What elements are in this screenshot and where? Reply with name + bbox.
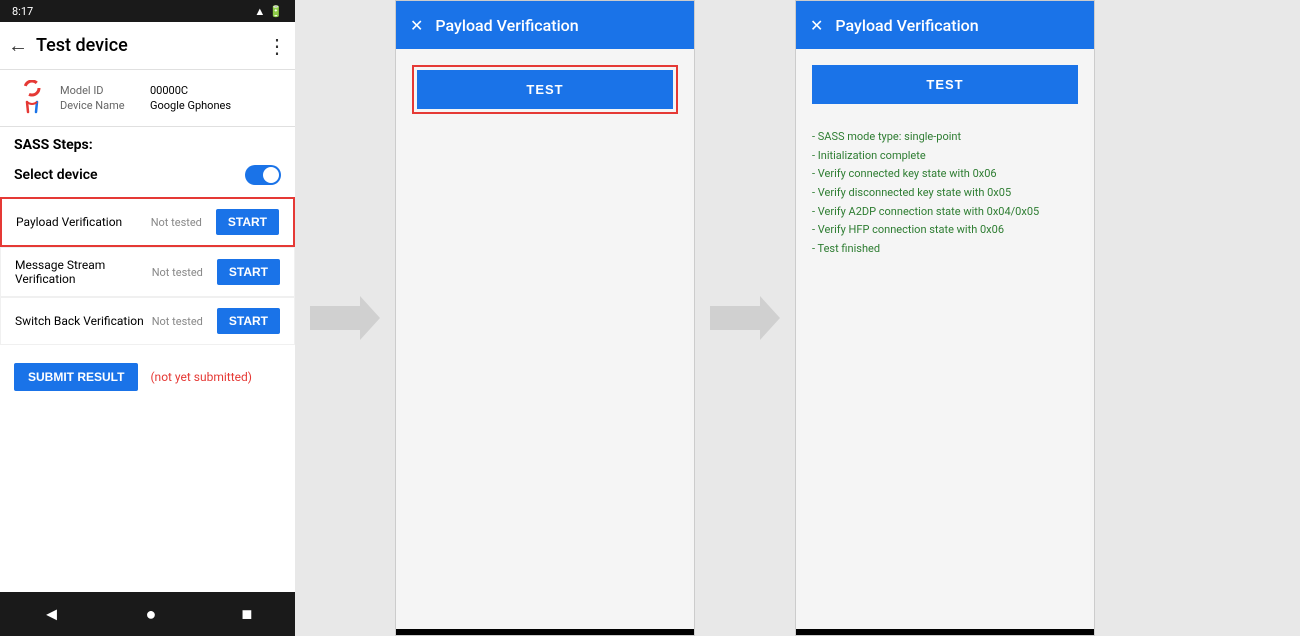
start-button-switchback[interactable]: START bbox=[217, 308, 280, 334]
submit-status: (not yet submitted) bbox=[150, 370, 252, 384]
step-row-message: Message StreamVerification Not tested ST… bbox=[0, 247, 295, 297]
toggle-knob bbox=[263, 167, 279, 183]
overflow-menu-button[interactable]: ⋮ bbox=[267, 34, 287, 58]
dialog-header-1: ✕ Payload Verification bbox=[396, 1, 694, 49]
arrow-1 bbox=[295, 0, 395, 636]
step-status-switchback: Not tested bbox=[152, 315, 203, 328]
step-name-switchback: Switch Back Verification bbox=[15, 314, 144, 328]
arrow-right-icon-2 bbox=[710, 296, 780, 340]
device-name-row: Device Name Google Gphones bbox=[60, 99, 231, 112]
dialog-screen-1: ✕ Payload Verification TEST bbox=[395, 0, 695, 636]
result-line: - Test finished bbox=[812, 240, 1078, 259]
battery-icon: 🔋 bbox=[269, 5, 283, 18]
dialog-title-2: Payload Verification bbox=[835, 16, 978, 35]
dialog-body-2: TEST - SASS mode type: single-point- Ini… bbox=[796, 49, 1094, 629]
result-line: - Verify A2DP connection state with 0x04… bbox=[812, 203, 1078, 222]
step-name-message: Message StreamVerification bbox=[15, 258, 144, 286]
result-line: - Verify disconnected key state with 0x0… bbox=[812, 184, 1078, 203]
page-title: Test device bbox=[36, 35, 267, 56]
dialog-bottom-bar-2 bbox=[796, 629, 1094, 635]
test-button-wrapper: TEST bbox=[412, 65, 678, 114]
select-device-label: Select device bbox=[14, 167, 98, 183]
phone-screen: 8:17 ▲ 🔋 ← Test device ⋮ M bbox=[0, 0, 295, 636]
step-status-message: Not tested bbox=[152, 266, 203, 279]
submit-result-button[interactable]: SUBMIT RESULT bbox=[14, 363, 138, 391]
back-button[interactable]: ← bbox=[8, 33, 28, 58]
step-row-payload: Payload Verification Not tested START bbox=[0, 197, 295, 247]
dialog-body-1: TEST bbox=[396, 49, 694, 629]
test-button-2[interactable]: TEST bbox=[812, 65, 1078, 104]
navigation-bar: ◄ ● ■ bbox=[0, 592, 295, 636]
result-line: - Verify connected key state with 0x06 bbox=[812, 165, 1078, 184]
select-device-row: Select device bbox=[14, 161, 281, 193]
model-id-value: 00000C bbox=[150, 84, 188, 97]
dialog-close-button-2[interactable]: ✕ bbox=[810, 16, 823, 35]
device-details: Model ID 00000C Device Name Google Gphon… bbox=[60, 84, 231, 112]
test-results: - SASS mode type: single-point- Initiali… bbox=[812, 128, 1078, 259]
model-id-label: Model ID bbox=[60, 84, 130, 97]
arrow-right-icon bbox=[310, 296, 380, 340]
sass-section: SASS Steps: Select device bbox=[0, 127, 295, 197]
result-line: - SASS mode type: single-point bbox=[812, 128, 1078, 147]
phone-content: ← Test device ⋮ Model ID 00000C Device N… bbox=[0, 22, 295, 592]
select-device-toggle[interactable] bbox=[245, 165, 281, 185]
status-bar: 8:17 ▲ 🔋 bbox=[0, 0, 295, 22]
status-bar-right: ▲ 🔋 bbox=[254, 5, 283, 18]
device-name-value: Google Gphones bbox=[150, 99, 231, 112]
wifi-icon: ▲ bbox=[254, 5, 265, 18]
dialog-close-button-1[interactable]: ✕ bbox=[410, 16, 423, 35]
step-row-switchback: Switch Back Verification Not tested STAR… bbox=[0, 297, 295, 345]
sass-title: SASS Steps: bbox=[14, 137, 281, 153]
recent-nav-button[interactable]: ■ bbox=[242, 604, 253, 625]
step-name-payload: Payload Verification bbox=[16, 215, 143, 229]
start-button-message[interactable]: START bbox=[217, 259, 280, 285]
device-info-section: Model ID 00000C Device Name Google Gphon… bbox=[0, 70, 295, 127]
dialog-screen-2: ✕ Payload Verification TEST - SASS mode … bbox=[795, 0, 1095, 636]
dialog-bottom-bar-1 bbox=[396, 629, 694, 635]
status-time: 8:17 bbox=[12, 5, 33, 18]
home-nav-button[interactable]: ● bbox=[146, 604, 157, 625]
start-button-payload[interactable]: START bbox=[216, 209, 279, 235]
dialog-title-1: Payload Verification bbox=[435, 16, 578, 35]
result-line: - Verify HFP connection state with 0x06 bbox=[812, 221, 1078, 240]
arrow-2 bbox=[695, 0, 795, 636]
status-bar-left: 8:17 bbox=[12, 5, 33, 18]
top-app-bar: ← Test device ⋮ bbox=[0, 22, 295, 70]
device-logo bbox=[14, 80, 50, 116]
step-status-payload: Not tested bbox=[151, 216, 202, 229]
test-button-1[interactable]: TEST bbox=[417, 70, 673, 109]
dialog-header-2: ✕ Payload Verification bbox=[796, 1, 1094, 49]
steps-list: Payload Verification Not tested START Me… bbox=[0, 197, 295, 345]
device-name-label: Device Name bbox=[60, 99, 130, 112]
submit-row: SUBMIT RESULT (not yet submitted) bbox=[0, 349, 295, 405]
back-nav-button[interactable]: ◄ bbox=[43, 604, 61, 625]
result-line: - Initialization complete bbox=[812, 147, 1078, 166]
model-id-row: Model ID 00000C bbox=[60, 84, 231, 97]
